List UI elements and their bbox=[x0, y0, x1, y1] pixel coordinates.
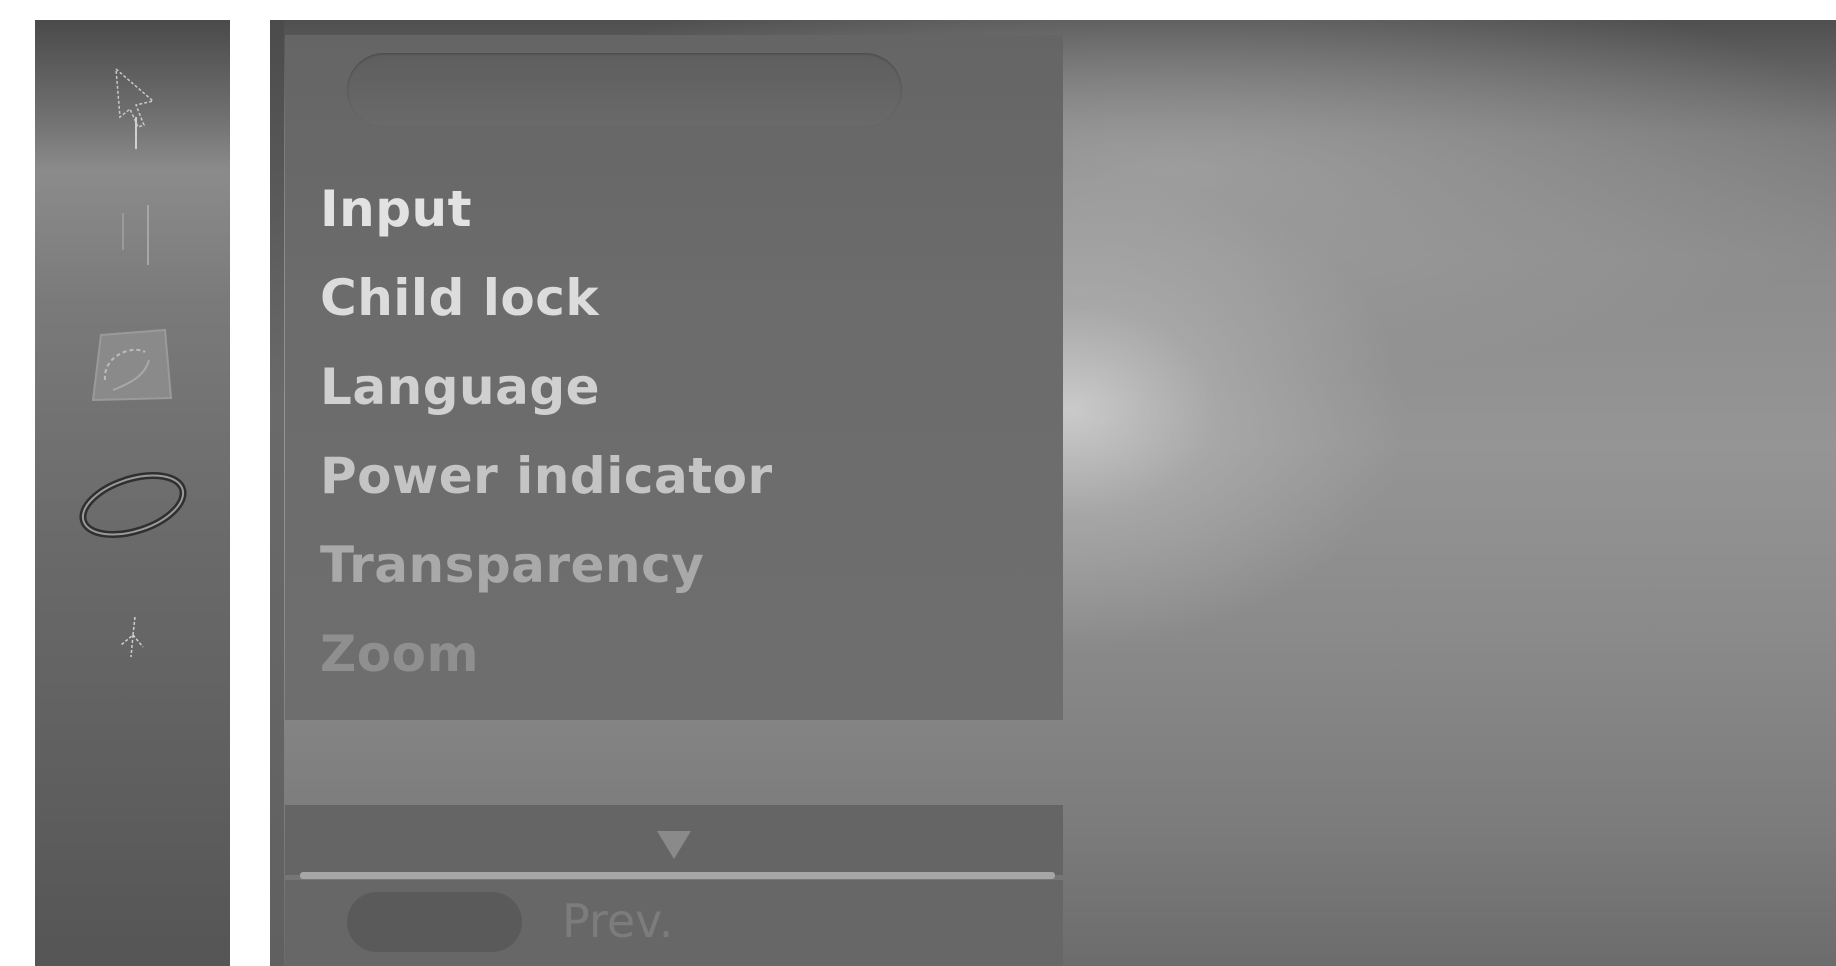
menu-item-language[interactable]: Language bbox=[320, 343, 773, 432]
prev-label: Prev. bbox=[562, 894, 674, 948]
menu-panel: Input Child lock Language Power indicator Tr… bbox=[285, 35, 1063, 720]
divider bbox=[300, 872, 1055, 879]
tv-osd-screen: Input Child lock Language Power indicator Tr… bbox=[0, 0, 1836, 966]
down-arrow-icon[interactable] bbox=[657, 831, 691, 859]
menu-title-bar bbox=[347, 53, 902, 127]
prev-button[interactable] bbox=[347, 892, 522, 952]
picture-icon[interactable] bbox=[35, 190, 230, 280]
setup-cursor-icon[interactable] bbox=[35, 50, 230, 160]
scroll-indicator[interactable] bbox=[285, 805, 1063, 875]
menu-item-transparency[interactable]: Transparency bbox=[320, 521, 773, 610]
menu-category-strip bbox=[35, 20, 230, 966]
menu-list: Input Child lock Language Power indicator Tr… bbox=[320, 165, 773, 699]
option-icon[interactable] bbox=[35, 590, 230, 690]
menu-item-zoom[interactable]: Zoom bbox=[320, 610, 773, 699]
time-icon[interactable] bbox=[35, 450, 230, 560]
sound-icon[interactable] bbox=[35, 310, 230, 420]
menu-item-input[interactable]: Input bbox=[320, 165, 773, 254]
menu-item-child-lock[interactable]: Child lock bbox=[320, 254, 773, 343]
screen-area: Input Child lock Language Power indicator Tr… bbox=[270, 20, 1836, 966]
menu-item-power-indicator[interactable]: Power indicator bbox=[320, 432, 773, 521]
screen-edge bbox=[270, 20, 284, 966]
